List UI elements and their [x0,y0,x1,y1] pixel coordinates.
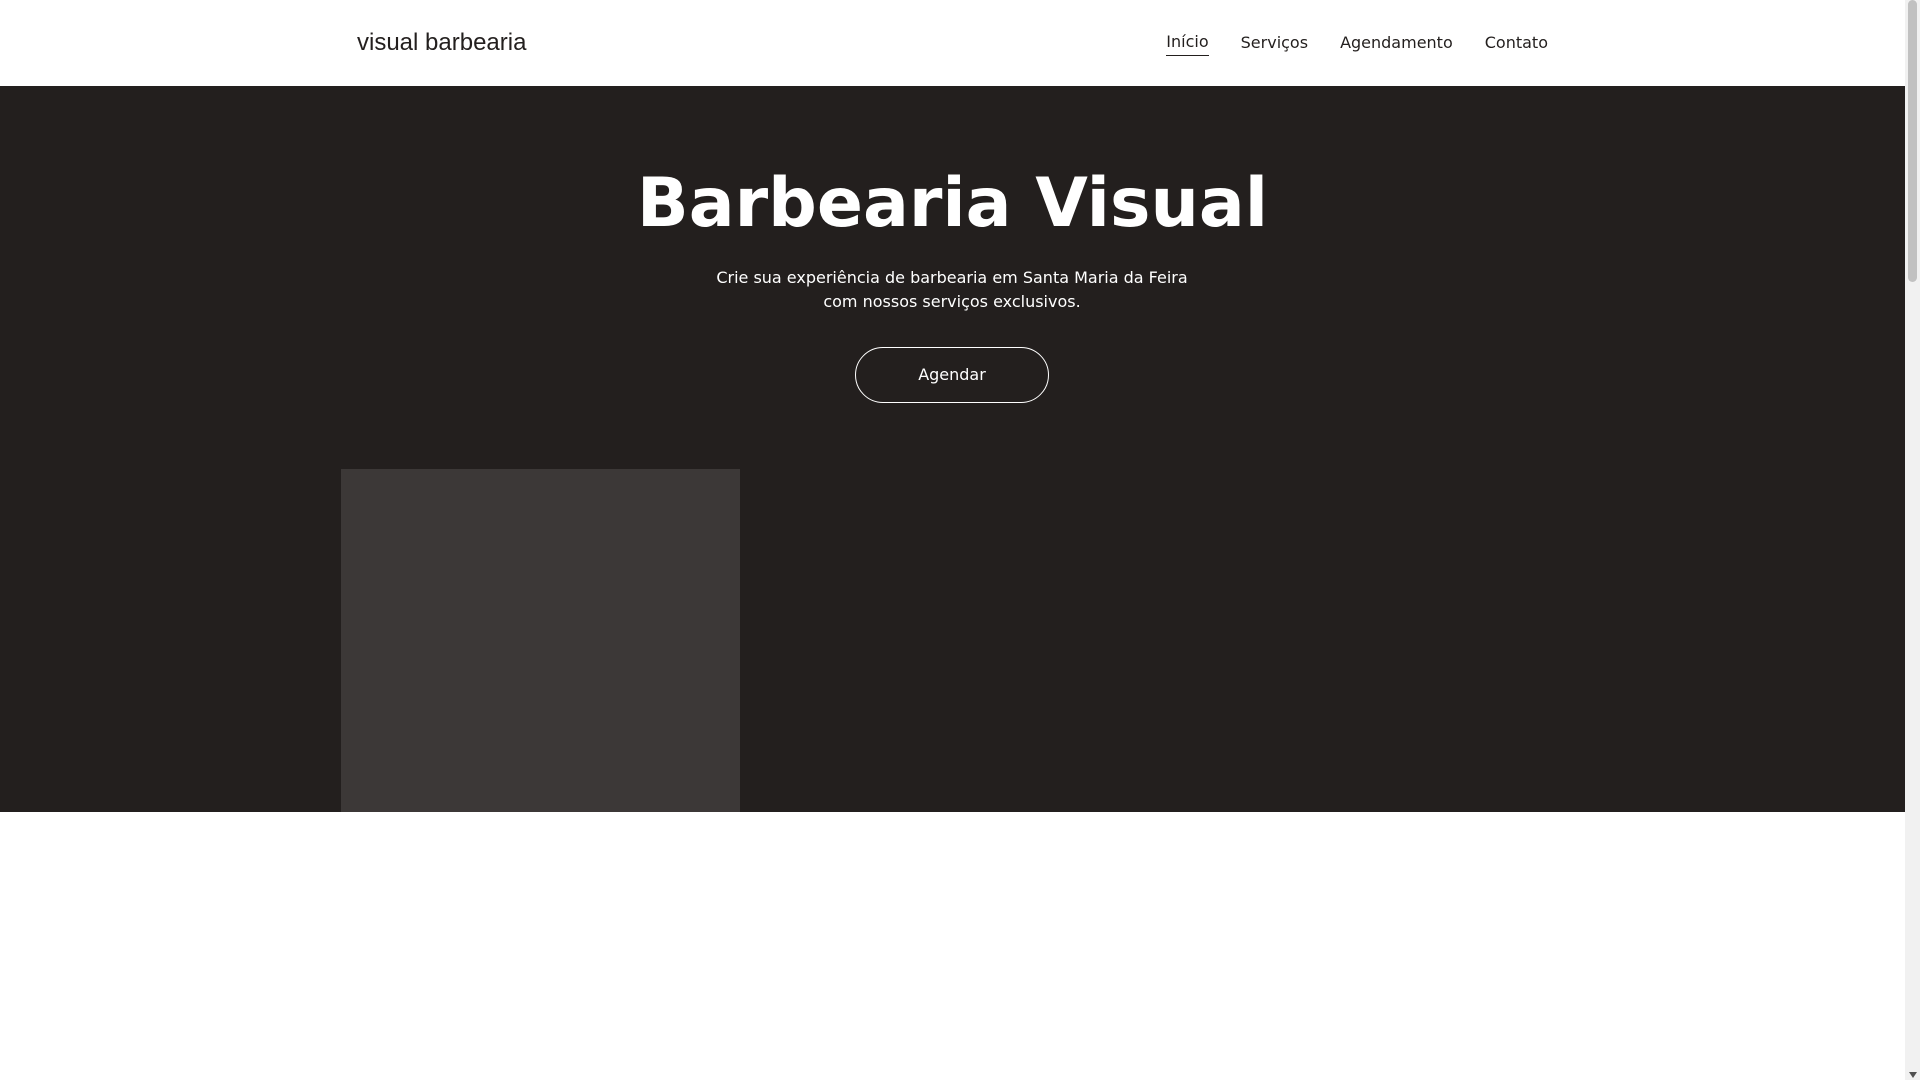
hero-subtitle-line-2: com nossos serviços exclusivos. [823,292,1081,311]
vertical-scrollbar[interactable] [1905,0,1920,1080]
site-header: visual barbearia Início Serviços Agendam… [0,0,1905,86]
scrollbar-thumb[interactable] [1908,0,1917,282]
page: visual barbearia Início Serviços Agendam… [0,0,1905,1080]
hero-image-placeholder [341,469,740,812]
nav-item-inicio[interactable]: Início [1166,30,1209,56]
main-nav: Início Serviços Agendamento Contato [1166,30,1548,56]
scroll-down-arrow-icon[interactable] [1909,1072,1917,1078]
hero-section: Barbearia Visual Crie sua experiência de… [0,86,1905,812]
nav-item-agendamento[interactable]: Agendamento [1340,31,1453,56]
hero-subtitle-line-1: Crie sua experiência de barbearia em San… [716,268,1188,287]
brand-logo[interactable]: visual barbearia [357,27,526,59]
hero-title: Barbearia Visual [636,164,1269,243]
hero-subtitle: Crie sua experiência de barbearia em San… [702,266,1202,314]
agendar-button[interactable]: Agendar [855,347,1049,403]
nav-item-contato[interactable]: Contato [1485,31,1548,56]
nav-item-servicos[interactable]: Serviços [1241,31,1308,56]
